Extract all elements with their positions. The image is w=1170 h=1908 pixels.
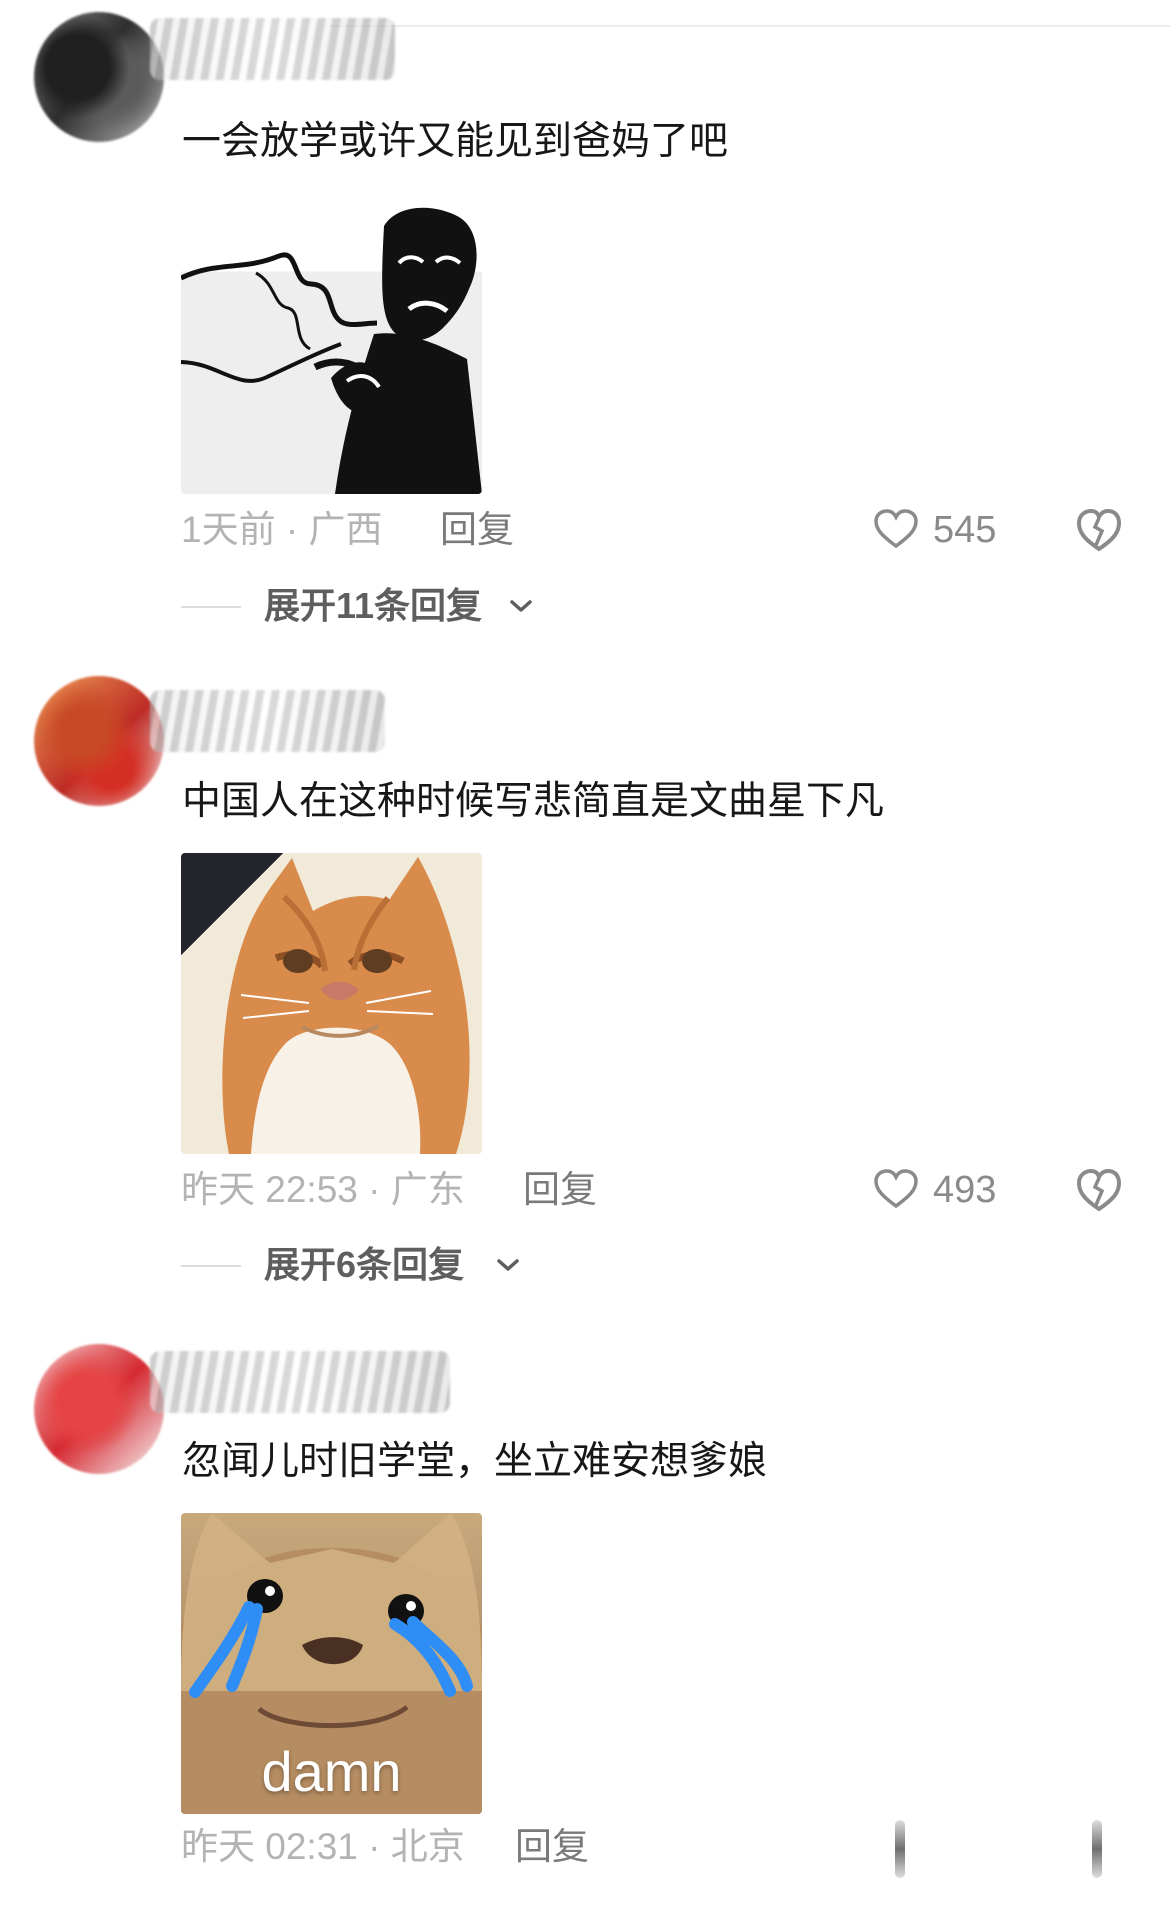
redacted-username [150, 690, 385, 752]
chevron-down-icon [497, 1259, 519, 1271]
like-button[interactable]: 493 [873, 1163, 1033, 1217]
comment-image-sketch[interactable] [181, 193, 482, 494]
smoking-man-sketch-icon [181, 207, 482, 494]
avatar[interactable] [34, 676, 164, 806]
comment-meta: 昨天 22:53 · 广东 [181, 1169, 465, 1210]
faded-like-icon [895, 1820, 905, 1878]
comment-text: 忽闻儿时旧学堂，坐立难安想爹娘 [182, 1439, 768, 1484]
reply-divider-line [181, 606, 241, 608]
broken-heart-icon[interactable] [1075, 1166, 1123, 1214]
comment-text: 一会放学或许又能见到爸妈了吧 [182, 119, 729, 164]
like-button[interactable]: 545 [873, 503, 1033, 557]
comment-meta: 1天前 · 广西 [181, 509, 383, 550]
comment-text: 中国人在这种时候写悲简直是文曲星下凡 [182, 779, 885, 824]
reply-button[interactable]: 回复 [523, 1163, 597, 1217]
serious-cat-icon [222, 857, 470, 1154]
reply-button[interactable]: 回复 [515, 1820, 589, 1874]
image-caption: damn [261, 1740, 402, 1803]
comment-image-cat[interactable] [181, 853, 482, 1154]
reply-divider-line [181, 1265, 241, 1267]
broken-heart-icon[interactable] [1075, 506, 1123, 554]
like-count: 493 [933, 1169, 997, 1211]
heart-icon [874, 509, 918, 549]
expand-replies-label: 展开6条回复 [264, 1244, 465, 1285]
reply-button[interactable]: 回复 [440, 503, 514, 557]
comment-thread: 一会放学或许又能见到爸妈了吧 1天前 · 广西 回复 545 展开11条回复 中… [0, 0, 1170, 1908]
chevron-down-icon [510, 600, 532, 612]
avatar[interactable] [34, 1344, 164, 1474]
redacted-username [150, 1351, 450, 1413]
faded-dislike-icon [1092, 1820, 1102, 1878]
heart-icon [874, 1169, 918, 1209]
expand-replies-label: 展开11条回复 [264, 585, 483, 626]
top-divider [330, 25, 1170, 27]
redacted-username [150, 18, 395, 80]
comment-image-crying-cat[interactable]: damn [181, 1513, 482, 1814]
like-count: 545 [933, 509, 997, 551]
comment-meta: 昨天 02:31 · 北京 [181, 1826, 465, 1867]
